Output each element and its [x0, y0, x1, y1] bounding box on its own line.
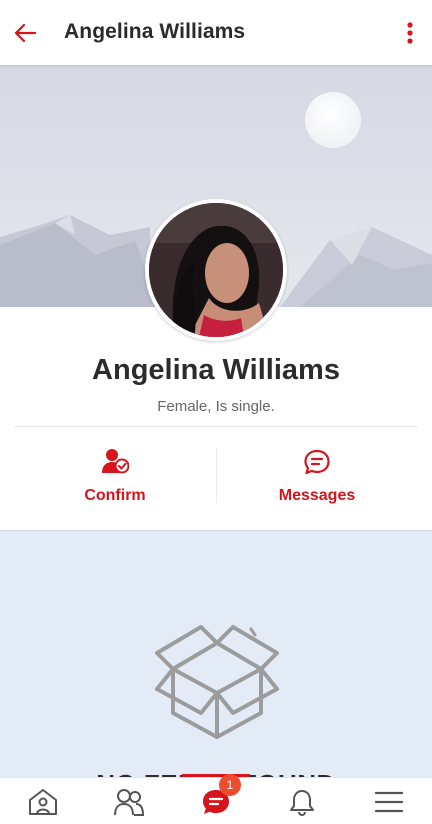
nav-home[interactable]	[0, 778, 86, 824]
top-app-bar: Angelina Williams	[0, 0, 432, 65]
empty-box-icon	[155, 625, 279, 739]
profile-name: Angelina Williams	[92, 354, 340, 386]
bottom-navigation: 1	[0, 774, 432, 824]
profile-subtitle: Female, Is single.	[157, 398, 275, 415]
more-vertical-icon	[407, 22, 413, 44]
nav-menu[interactable]	[346, 778, 432, 824]
confirm-button[interactable]: Confirm	[14, 447, 216, 517]
friends-icon	[114, 788, 145, 816]
feed-section: NO FEEDS FOUND	[0, 530, 432, 790]
menu-icon	[374, 791, 404, 812]
back-button[interactable]	[8, 16, 42, 50]
home-icon	[29, 788, 57, 815]
unread-badge: 1	[219, 774, 241, 796]
notifications-icon	[290, 789, 314, 816]
profile-avatar[interactable]	[145, 199, 287, 341]
message-icon	[304, 449, 330, 475]
user-confirm-icon	[102, 449, 129, 474]
nav-friends[interactable]	[86, 778, 172, 824]
messages-label: Messages	[278, 487, 356, 504]
messages-button[interactable]: Messages	[216, 447, 418, 517]
arrow-left-icon	[14, 23, 37, 43]
more-options-button[interactable]	[398, 16, 422, 50]
active-tab-indicator	[182, 774, 250, 777]
confirm-label: Confirm	[84, 487, 146, 504]
nav-messages[interactable]	[173, 778, 259, 824]
nav-notifications[interactable]	[259, 778, 345, 824]
divider	[14, 426, 418, 427]
page-title: Angelina Williams	[64, 20, 246, 43]
